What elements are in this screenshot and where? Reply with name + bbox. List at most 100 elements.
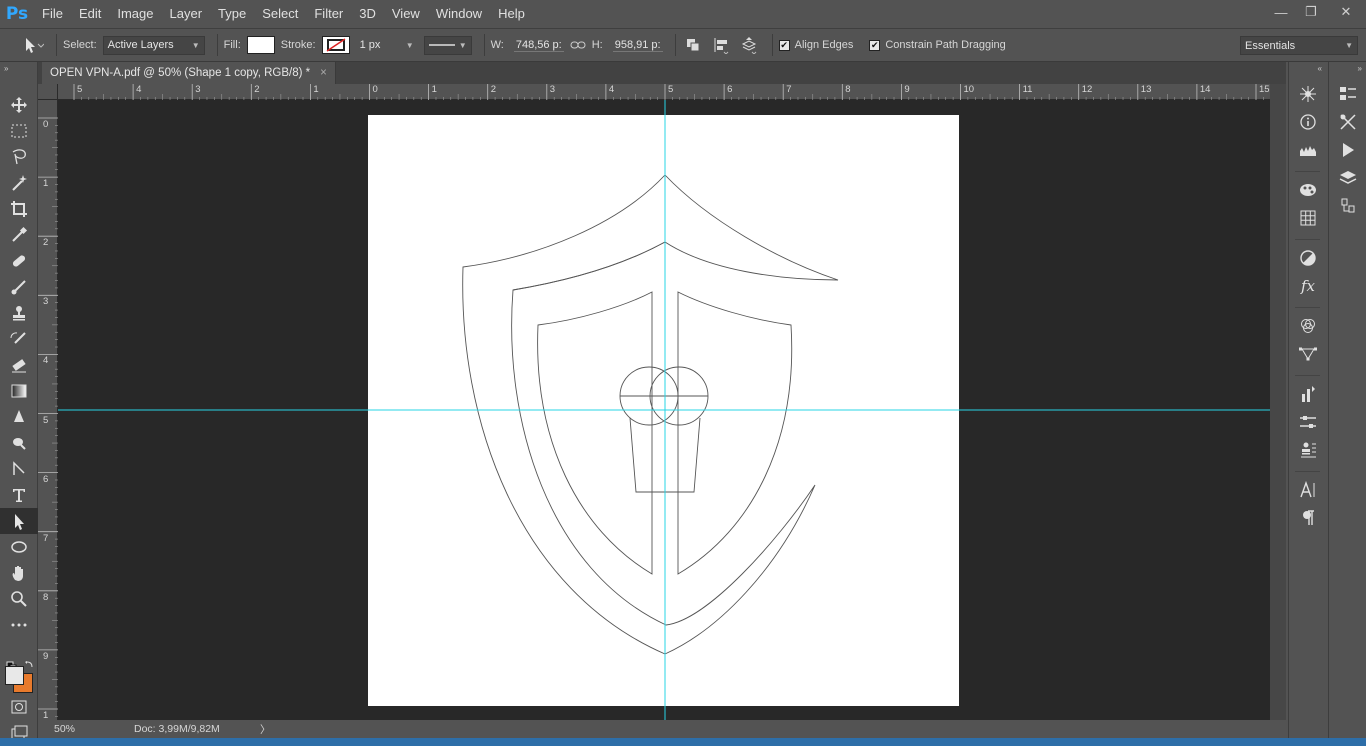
menu-view[interactable]: View [384,0,428,28]
move-tool-icon[interactable] [0,92,38,118]
channels-panel-icon[interactable] [1289,312,1327,340]
quick-mask-icon[interactable] [0,694,38,720]
blur-tool-icon[interactable] [0,404,38,430]
stroke-width-field[interactable]: 1 px ▼ [356,36,418,55]
select-dropdown[interactable]: Active Layers ▼ [102,35,205,55]
expand-icon[interactable]: » [0,62,37,74]
paths-panel-icon[interactable] [1289,340,1327,368]
layers-panel-icon[interactable] [1329,164,1366,192]
width-field[interactable]: 748,56 p: [513,39,564,52]
menu-image[interactable]: Image [109,0,161,28]
close-tab-icon[interactable]: × [320,67,327,79]
ruler-v-label: 8 [43,591,49,603]
menu-layer[interactable]: Layer [162,0,211,28]
adjustments-panel-icon[interactable] [1289,244,1327,272]
constrain-checkbox[interactable]: ✔ Constrain Path Dragging [869,39,1006,51]
ruler-h-label: 3 [549,84,556,95]
character-panel-icon[interactable] [1289,476,1327,504]
paragraph-panel-icon[interactable] [1289,504,1327,532]
styles-panel-icon[interactable]: fx [1289,272,1327,300]
pen-tool-icon[interactable] [0,456,38,482]
clone-stamp-icon[interactable] [0,300,38,326]
zoom-level[interactable]: 50% [54,723,114,735]
stroke-width-value: 1 px [359,39,381,51]
path-selection-tool-icon[interactable] [0,508,38,534]
height-field[interactable]: 958,91 p: [612,39,663,52]
info-panel-icon[interactable] [1289,108,1327,136]
ruler-origin[interactable] [38,84,58,100]
menu-select[interactable]: Select [254,0,306,28]
ruler-v-label: 7 [43,532,49,544]
ruler-h-label: 10 [963,84,975,95]
fill-swatch[interactable] [246,36,275,54]
stroke-type-dropdown[interactable]: ▼ [423,35,472,55]
collapse-icon[interactable]: » [1329,62,1366,74]
restore-button[interactable]: ❐ [1296,0,1326,24]
path-operations-icon[interactable] [682,34,704,56]
menu-filter[interactable]: Filter [306,0,351,28]
hand-tool-icon[interactable] [0,560,38,586]
history-brush-icon[interactable] [0,326,38,352]
crop-tool-icon[interactable] [0,196,38,222]
menu-3d[interactable]: 3D [351,0,384,28]
path-arrangement-icon[interactable] [738,34,760,56]
collapse-icon[interactable]: « [1289,62,1326,74]
vertical-ruler[interactable]: 01234567891 [38,100,58,721]
stroke-swatch[interactable] [321,36,350,54]
menu-edit[interactable]: Edit [71,0,109,28]
minimize-button[interactable]: — [1266,0,1296,24]
workspace-dropdown[interactable]: Essentials ▼ [1240,36,1358,55]
menu-file[interactable]: File [34,0,71,28]
3d-panel-icon[interactable] [1289,80,1327,108]
actions-panel-icon[interactable] [1329,136,1366,164]
status-menu-arrow[interactable]: 〉 [260,722,271,737]
dodge-tool-icon[interactable] [0,430,38,456]
ruler-h-label: 5 [668,84,674,95]
gradient-tool-icon[interactable] [0,378,38,404]
properties-panel-icon[interactable] [1329,80,1366,108]
zoom-tool-icon[interactable] [0,586,38,612]
eraser-tool-icon[interactable] [0,352,38,378]
ellipse-tool-icon[interactable] [0,534,38,560]
align-edges-checkbox[interactable]: ✔ Align Edges [778,39,853,51]
path-alignment-icon[interactable] [710,34,732,56]
ruler-h-label: 2 [254,84,260,95]
brush-settings-icon[interactable] [1329,108,1366,136]
vertical-scrollbar[interactable] [1270,84,1286,720]
menu-window[interactable]: Window [428,0,490,28]
layer-comps-icon[interactable] [1329,192,1366,220]
menu-type[interactable]: Type [210,0,254,28]
stroke-label: Stroke: [280,39,316,51]
tool-presets-icon[interactable] [1289,380,1327,408]
horizontal-ruler[interactable]: 5 4 3 2 1 0 1 2 3 4 5 6 7 8 9 10 11 12 13 14 15 [58,84,1270,100]
panel-dock-left: « fx [1288,62,1326,746]
type-tool-icon[interactable] [0,482,38,508]
document-tab-title: OPEN VPN-A.pdf @ 50% (Shape 1 copy, RGB/… [50,67,311,79]
ruler-h-label: 12 [1081,84,1093,95]
vertical-ruler-ticks [38,117,58,717]
ruler-v-label: 3 [43,296,49,308]
eyedropper-icon[interactable] [0,222,38,248]
color-panel-icon[interactable] [1289,176,1327,204]
swatches-panel-icon[interactable] [1289,204,1327,232]
clone-source-icon[interactable] [1289,436,1327,464]
brush-tool-icon[interactable] [0,274,38,300]
window-controls: — ❐ ✕ [1266,0,1366,28]
tool-preset-picker[interactable] [18,35,44,55]
brush-presets-icon[interactable] [1289,408,1327,436]
marquee-tool-icon[interactable] [0,118,38,144]
foreground-color-swatch[interactable] [5,666,24,685]
ruler-h-label: 9 [904,84,910,95]
close-button[interactable]: ✕ [1326,0,1366,24]
document-tab[interactable]: OPEN VPN-A.pdf @ 50% (Shape 1 copy, RGB/… [42,62,336,84]
magic-wand-icon[interactable] [0,170,38,196]
link-icon[interactable] [570,40,586,50]
doc-size: Doc: 3,99M/9,82M [134,723,220,735]
canvas-area[interactable] [58,100,1270,720]
histogram-panel-icon[interactable] [1289,136,1327,164]
lasso-tool-icon[interactable] [0,144,38,170]
healing-brush-icon[interactable] [0,248,38,274]
more-tools-icon[interactable] [0,612,38,638]
ruler-v-label: 0 [43,119,49,130]
menu-help[interactable]: Help [490,0,533,28]
